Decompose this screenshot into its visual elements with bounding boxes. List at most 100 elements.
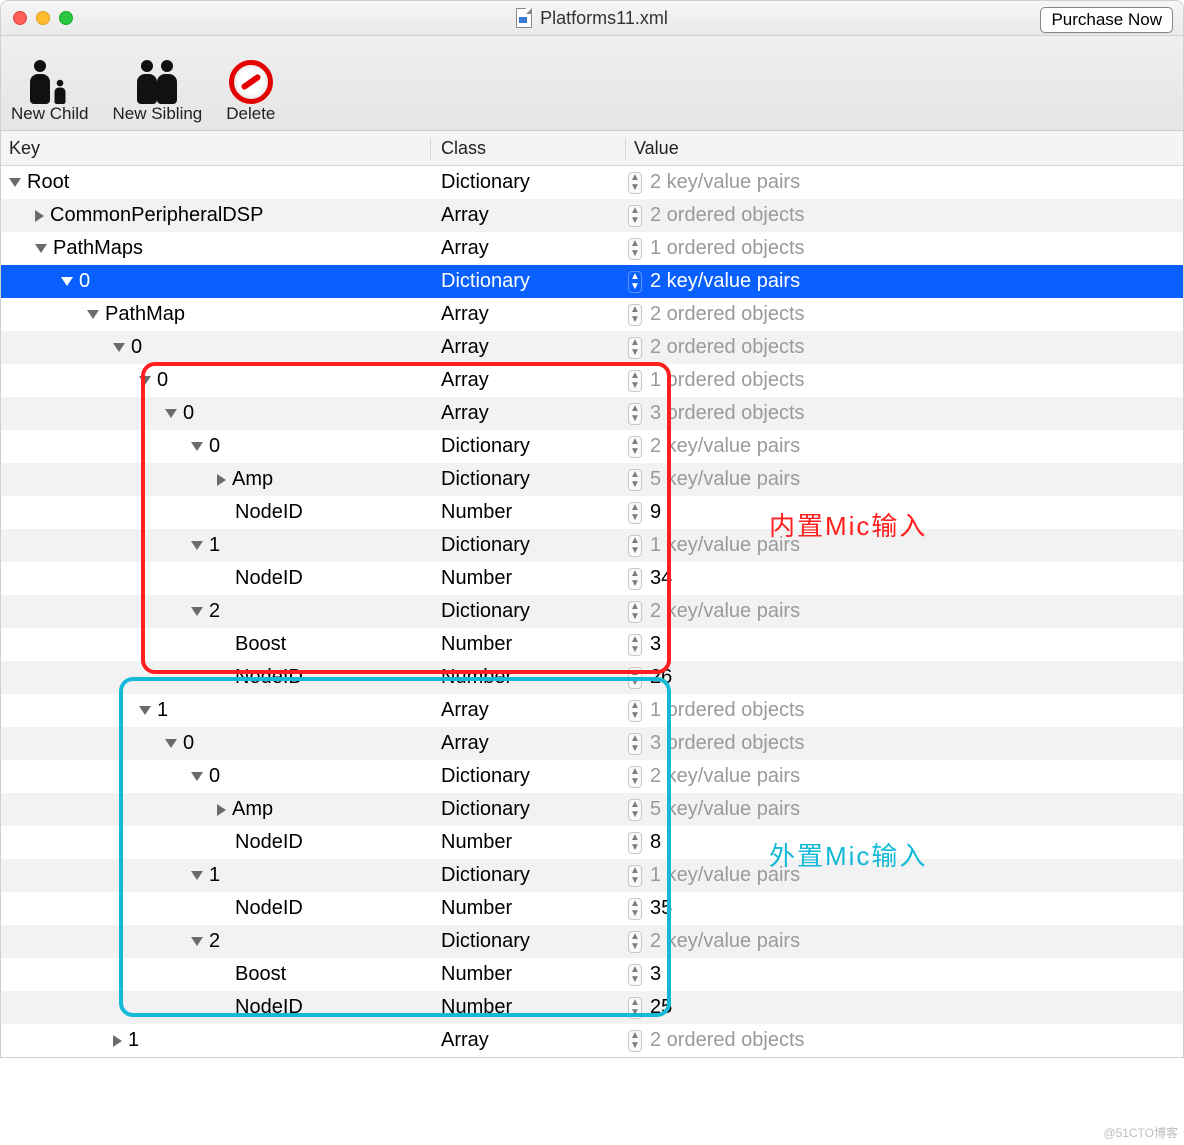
tree-row[interactable]: 2Dictionary▲▼2 key/value pairs [1, 595, 1183, 628]
value-cell[interactable]: ▲▼5 key/value pairs [626, 468, 1183, 491]
value-stepper-icon[interactable]: ▲▼ [628, 304, 642, 326]
column-header-key[interactable]: Key [1, 138, 431, 159]
value-stepper-icon[interactable]: ▲▼ [628, 502, 642, 524]
tree-row[interactable]: BoostNumber▲▼3 [1, 628, 1183, 661]
tree-row[interactable]: AmpDictionary▲▼5 key/value pairs [1, 463, 1183, 496]
value-stepper-icon[interactable]: ▲▼ [628, 733, 642, 755]
value-cell[interactable]: ▲▼2 key/value pairs [626, 171, 1183, 194]
class-cell[interactable]: Dictionary [431, 930, 626, 953]
disclosure-closed-icon[interactable] [217, 474, 226, 486]
value-stepper-icon[interactable]: ▲▼ [628, 238, 642, 260]
value-stepper-icon[interactable]: ▲▼ [628, 964, 642, 986]
tree-row[interactable]: 1Array▲▼1 ordered objects [1, 694, 1183, 727]
disclosure-open-icon[interactable] [165, 739, 177, 748]
class-cell[interactable]: Dictionary [431, 468, 626, 491]
class-cell[interactable]: Dictionary [431, 270, 626, 293]
tree-row[interactable]: 2Dictionary▲▼2 key/value pairs [1, 925, 1183, 958]
value-stepper-icon[interactable]: ▲▼ [628, 865, 642, 887]
column-header-value[interactable]: Value [626, 138, 1183, 159]
value-cell[interactable]: ▲▼1 key/value pairs [626, 534, 1183, 557]
value-cell[interactable]: ▲▼1 ordered objects [626, 237, 1183, 260]
value-stepper-icon[interactable]: ▲▼ [628, 1030, 642, 1052]
class-cell[interactable]: Dictionary [431, 864, 626, 887]
value-stepper-icon[interactable]: ▲▼ [628, 898, 642, 920]
value-cell[interactable]: ▲▼9 [626, 501, 1183, 524]
class-cell[interactable]: Array [431, 336, 626, 359]
class-cell[interactable]: Array [431, 1029, 626, 1052]
tree-row[interactable]: 0Array▲▼2 ordered objects [1, 331, 1183, 364]
value-stepper-icon[interactable]: ▲▼ [628, 667, 642, 689]
disclosure-open-icon[interactable] [113, 343, 125, 352]
value-cell[interactable]: ▲▼2 key/value pairs [626, 765, 1183, 788]
value-stepper-icon[interactable]: ▲▼ [628, 568, 642, 590]
value-cell[interactable]: ▲▼35 [626, 897, 1183, 920]
column-header-class[interactable]: Class [431, 138, 626, 159]
value-stepper-icon[interactable]: ▲▼ [628, 172, 642, 194]
class-cell[interactable]: Number [431, 567, 626, 590]
tree-row[interactable]: 0Array▲▼3 ordered objects [1, 397, 1183, 430]
class-cell[interactable]: Number [431, 996, 626, 1019]
disclosure-open-icon[interactable] [87, 310, 99, 319]
disclosure-open-icon[interactable] [191, 541, 203, 550]
purchase-now-button[interactable]: Purchase Now [1040, 7, 1173, 33]
tree-row[interactable]: 0Dictionary▲▼2 key/value pairs [1, 760, 1183, 793]
class-cell[interactable]: Array [431, 237, 626, 260]
value-cell[interactable]: ▲▼5 key/value pairs [626, 798, 1183, 821]
tree-row[interactable]: 1Dictionary▲▼1 key/value pairs [1, 859, 1183, 892]
disclosure-open-icon[interactable] [139, 376, 151, 385]
class-cell[interactable]: Number [431, 633, 626, 656]
value-stepper-icon[interactable]: ▲▼ [628, 469, 642, 491]
class-cell[interactable]: Dictionary [431, 534, 626, 557]
value-stepper-icon[interactable]: ▲▼ [628, 205, 642, 227]
value-stepper-icon[interactable]: ▲▼ [628, 634, 642, 656]
value-cell[interactable]: ▲▼34 [626, 567, 1183, 590]
class-cell[interactable]: Number [431, 963, 626, 986]
value-stepper-icon[interactable]: ▲▼ [628, 601, 642, 623]
value-cell[interactable]: ▲▼1 ordered objects [626, 699, 1183, 722]
value-cell[interactable]: ▲▼3 ordered objects [626, 402, 1183, 425]
value-cell[interactable]: ▲▼3 [626, 633, 1183, 656]
class-cell[interactable]: Array [431, 303, 626, 326]
value-stepper-icon[interactable]: ▲▼ [628, 370, 642, 392]
value-cell[interactable]: ▲▼1 ordered objects [626, 369, 1183, 392]
tree-row[interactable]: NodeIDNumber▲▼8 [1, 826, 1183, 859]
disclosure-open-icon[interactable] [191, 772, 203, 781]
tree-row[interactable]: 1Array▲▼2 ordered objects [1, 1024, 1183, 1057]
tree-row[interactable]: 0Dictionary▲▼2 key/value pairs [1, 430, 1183, 463]
value-stepper-icon[interactable]: ▲▼ [628, 271, 642, 293]
class-cell[interactable]: Dictionary [431, 171, 626, 194]
class-cell[interactable]: Array [431, 204, 626, 227]
tree-row[interactable]: NodeIDNumber▲▼34 [1, 562, 1183, 595]
value-cell[interactable]: ▲▼2 key/value pairs [626, 600, 1183, 623]
disclosure-open-icon[interactable] [191, 442, 203, 451]
tree-row[interactable]: CommonPeripheralDSPArray▲▼2 ordered obje… [1, 199, 1183, 232]
value-stepper-icon[interactable]: ▲▼ [628, 436, 642, 458]
value-cell[interactable]: ▲▼25 [626, 996, 1183, 1019]
disclosure-closed-icon[interactable] [35, 210, 44, 222]
disclosure-open-icon[interactable] [191, 871, 203, 880]
disclosure-open-icon[interactable] [191, 937, 203, 946]
disclosure-open-icon[interactable] [9, 178, 21, 187]
class-cell[interactable]: Array [431, 732, 626, 755]
delete-button[interactable]: Delete [226, 46, 275, 124]
class-cell[interactable]: Dictionary [431, 798, 626, 821]
class-cell[interactable]: Array [431, 369, 626, 392]
disclosure-open-icon[interactable] [61, 277, 73, 286]
value-stepper-icon[interactable]: ▲▼ [628, 403, 642, 425]
tree-row[interactable]: NodeIDNumber▲▼9 [1, 496, 1183, 529]
tree-row[interactable]: NodeIDNumber▲▼26 [1, 661, 1183, 694]
tree-row[interactable]: NodeIDNumber▲▼35 [1, 892, 1183, 925]
value-stepper-icon[interactable]: ▲▼ [628, 931, 642, 953]
class-cell[interactable]: Dictionary [431, 765, 626, 788]
class-cell[interactable]: Number [431, 831, 626, 854]
value-cell[interactable]: ▲▼2 key/value pairs [626, 435, 1183, 458]
class-cell[interactable]: Number [431, 666, 626, 689]
class-cell[interactable]: Number [431, 501, 626, 524]
disclosure-open-icon[interactable] [165, 409, 177, 418]
disclosure-open-icon[interactable] [191, 607, 203, 616]
value-cell[interactable]: ▲▼3 ordered objects [626, 732, 1183, 755]
value-stepper-icon[interactable]: ▲▼ [628, 700, 642, 722]
value-stepper-icon[interactable]: ▲▼ [628, 337, 642, 359]
disclosure-open-icon[interactable] [35, 244, 47, 253]
value-cell[interactable]: ▲▼2 ordered objects [626, 336, 1183, 359]
